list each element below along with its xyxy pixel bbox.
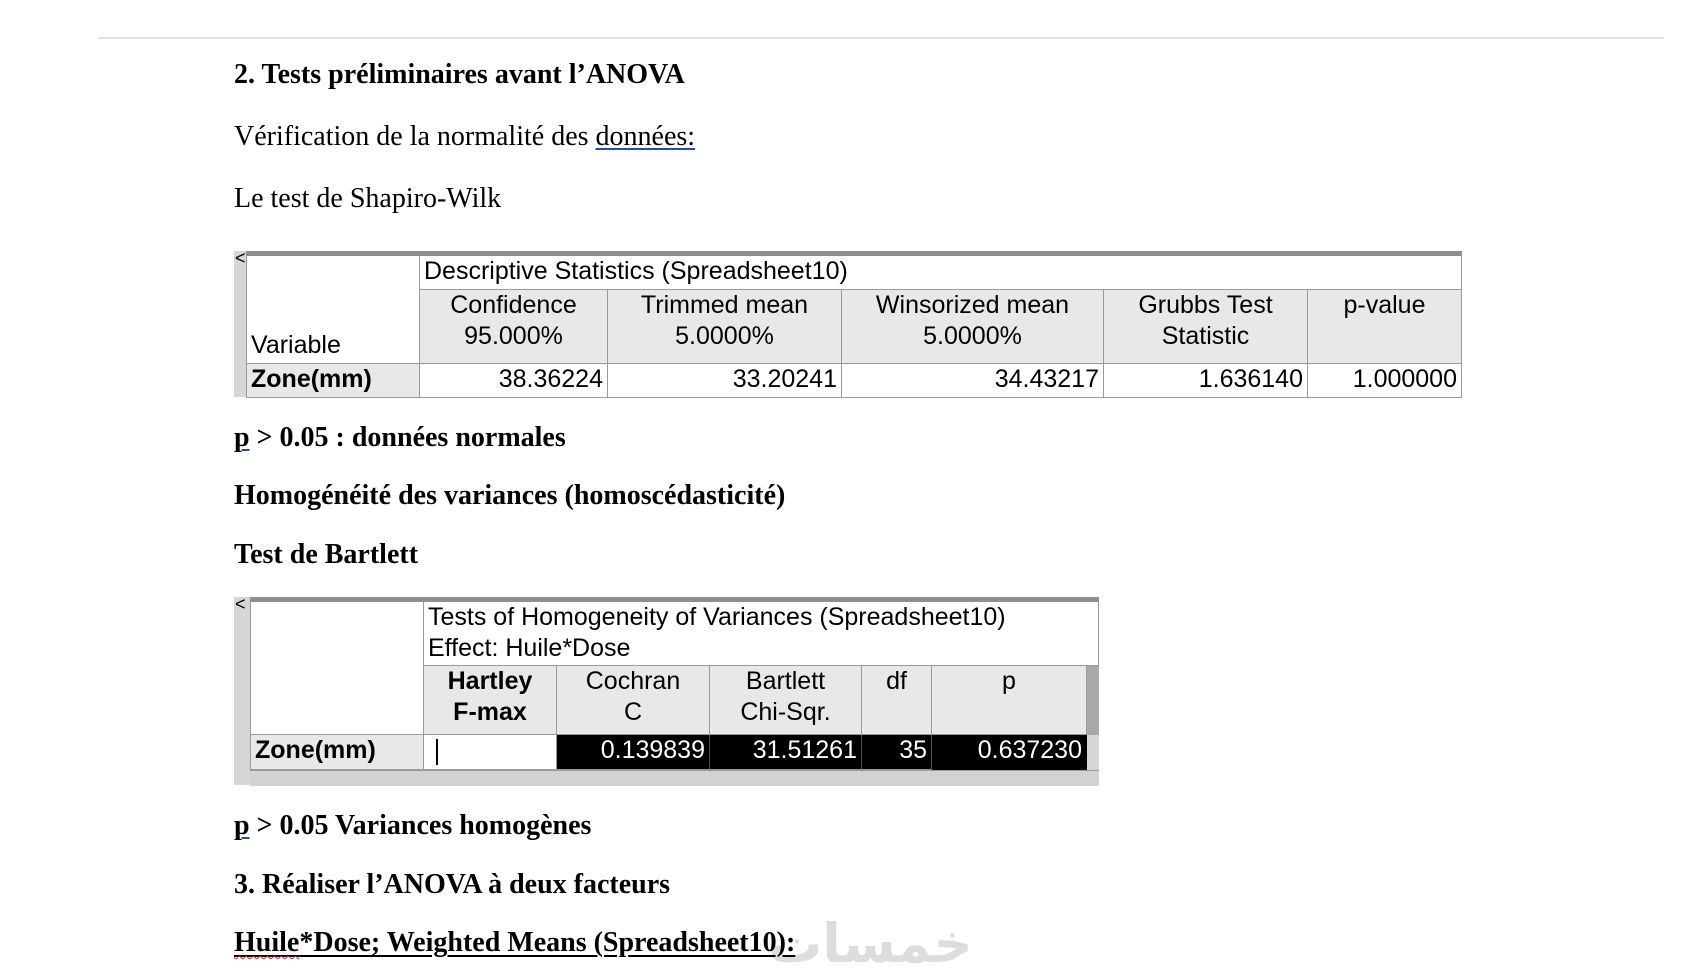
p-symbol: p <box>234 422 250 453</box>
col-header-line2: C <box>623 698 643 726</box>
row-label-zone[interactable]: Zone(mm) <box>246 364 420 398</box>
col-header-line2: Statistic <box>1161 322 1250 350</box>
collapse-chevron-icon[interactable]: < <box>235 595 246 613</box>
section-2-heading: 2. Tests préliminaires avant l’ANOVA <box>234 59 685 90</box>
collapse-chevron-icon[interactable]: < <box>235 249 246 267</box>
homogeneity-title: Tests of Homogeneity of Variances (Sprea… <box>424 602 1099 666</box>
col-header-line1: Grubbs Test <box>1138 291 1273 319</box>
col-header-line1: Trimmed mean <box>640 291 809 319</box>
shapiro-line: Le test de Shapiro-Wilk <box>234 183 502 214</box>
table-grip <box>234 597 246 785</box>
value-hartley[interactable] <box>424 735 557 770</box>
col-header-winsorized-mean[interactable]: Winsorized mean 5.0000% <box>842 290 1104 364</box>
homogeneity-title-line1: Tests of Homogeneity of Variances (Sprea… <box>428 603 1006 631</box>
p-symbol: p <box>234 810 250 841</box>
value-winsorized-mean[interactable]: 34.43217 <box>842 364 1104 398</box>
descriptive-title: Descriptive Statistics (Spreadsheet10) <box>420 256 1462 290</box>
homogeneity-title-line2: Effect: Huile*Dose <box>428 634 631 662</box>
weighted-means-first-word: Huile <box>234 927 300 958</box>
col-header-trimmed-mean[interactable]: Trimmed mean 5.0000% <box>608 290 842 364</box>
col-header-line2: Chi-Sqr. <box>740 698 831 726</box>
value-bartlett[interactable]: 31.51261 <box>710 735 862 770</box>
homogeneity-conclusion-text: > 0.05 Variances homogènes <box>249 810 592 841</box>
bartlett-heading: Test de Bartlett <box>234 539 419 570</box>
descriptive-stats-table: < Variable Descriptive Statistics (Sprea… <box>234 249 1462 398</box>
col-header-grubbs[interactable]: Grubbs Test Statistic <box>1104 290 1308 364</box>
col-header-line1: df <box>886 667 907 695</box>
col-header-line1: Confidence <box>450 291 577 319</box>
col-header-line2: 95.000% <box>464 322 563 350</box>
col-header-hartley[interactable]: Hartley F-max <box>424 666 557 735</box>
col-header-line1: Bartlett <box>745 667 826 695</box>
value-p[interactable]: 0.637230 <box>932 735 1087 770</box>
donnees-link[interactable]: données: <box>596 121 696 152</box>
col-header-p[interactable]: p <box>932 666 1087 735</box>
value-df[interactable]: 35 <box>862 735 932 770</box>
homogeneity-table: < Tests of Homogeneity of Variances (Spr… <box>234 595 1099 786</box>
variable-header: Variable <box>251 331 341 359</box>
col-header-line1: Hartley <box>447 667 533 695</box>
horizontal-scrollbar[interactable] <box>250 770 1099 786</box>
variable-header-cell <box>250 602 424 735</box>
vertical-scrollbar[interactable] <box>1087 666 1099 735</box>
table-grip <box>234 251 246 397</box>
value-confidence[interactable]: 38.36224 <box>420 364 608 398</box>
col-header-line2: 5.0000% <box>675 322 774 350</box>
section-3-heading: 3. Réaliser l’ANOVA à deux facteurs <box>234 869 671 900</box>
normality-line: Vérification de la normalité des données… <box>234 120 695 154</box>
text-caret <box>436 739 438 765</box>
variable-header-cell: Variable <box>246 256 420 364</box>
col-header-line1: Cochran <box>585 667 681 695</box>
value-cochran[interactable]: 0.139839 <box>557 735 710 770</box>
col-header-confidence[interactable]: Confidence 95.000% <box>420 290 608 364</box>
col-header-bartlett[interactable]: Bartlett Chi-Sqr. <box>710 666 862 735</box>
col-header-line1: Winsorized mean <box>875 291 1070 319</box>
col-header-line1: p <box>1002 667 1016 695</box>
value-trimmed-mean[interactable]: 33.20241 <box>608 364 842 398</box>
homogeneity-heading: Homogénéité des variances (homoscédastic… <box>234 480 786 511</box>
col-header-line1: p-value <box>1343 291 1426 319</box>
col-header-df[interactable]: df <box>862 666 932 735</box>
page-top-border <box>98 37 1664 39</box>
normality-conclusion-text: > 0.05 : données normales <box>249 422 566 453</box>
row-label-zone[interactable]: Zone(mm) <box>250 735 424 770</box>
value-p-value[interactable]: 1.000000 <box>1308 364 1462 398</box>
col-header-line2: F-max <box>453 698 527 726</box>
weighted-means-caption: Huile*Dose; Weighted Means (Spreadsheet1… <box>234 926 795 960</box>
normality-prefix: Vérification de la normalité des <box>234 121 596 152</box>
weighted-means-rest: *Dose; Weighted Means (Spreadsheet10): <box>299 927 796 958</box>
normality-conclusion: p > 0.05 : données normales <box>234 421 566 455</box>
col-header-line2: 5.0000% <box>923 322 1022 350</box>
col-header-cochran[interactable]: Cochran C <box>557 666 710 735</box>
watermark-logo: خمسات <box>768 912 973 975</box>
col-header-p-value[interactable]: p-value <box>1308 290 1462 364</box>
value-grubbs[interactable]: 1.636140 <box>1104 364 1308 398</box>
homogeneity-conclusion: p > 0.05 Variances homogènes <box>234 809 591 843</box>
